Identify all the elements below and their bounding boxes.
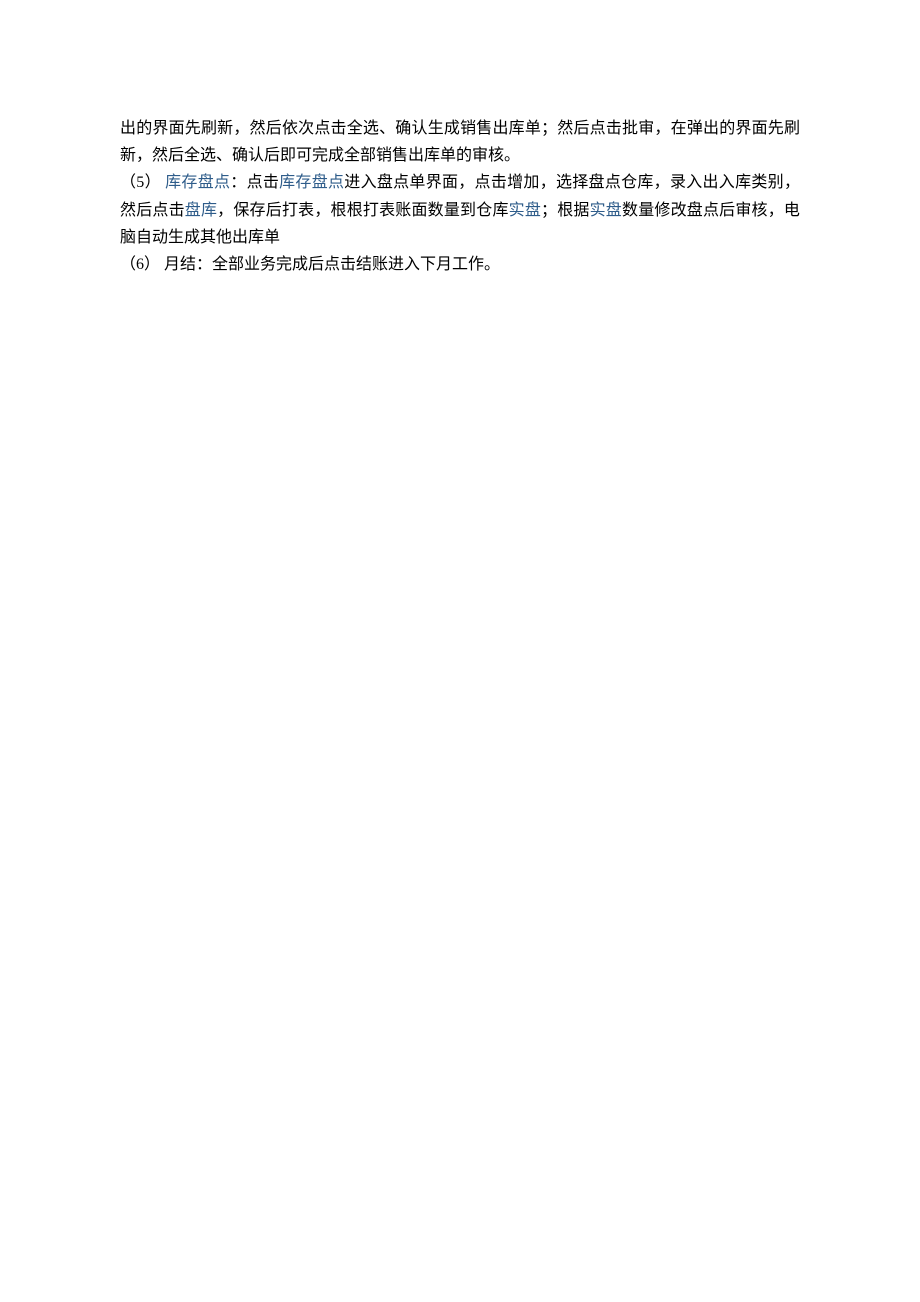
list-marker: （5） — [120, 174, 165, 191]
link-physical-inventory-2[interactable]: 实盘 — [590, 202, 622, 219]
paragraph-continuation: 出的界面先刷新，然后依次点击全选、确认生成销售出库单；然后点击批审，在弹出的界面… — [120, 115, 800, 169]
link-warehouse-check[interactable]: 盘库 — [185, 202, 217, 219]
text-segment: ：点击 — [230, 174, 279, 191]
text-segment: ，保存后打表，根根打表账面数量到仓库 — [217, 202, 508, 219]
document-body: 出的界面先刷新，然后依次点击全选、确认生成销售出库单；然后点击批审，在弹出的界面… — [120, 115, 800, 278]
link-inventory-check-2[interactable]: 库存盘点 — [279, 174, 344, 191]
text-segment: ；根据 — [541, 202, 590, 219]
text-segment: 出的界面先刷新，然后依次点击全选、确认生成销售出库单；然后点击批审，在弹出的界面… — [120, 120, 800, 164]
list-marker: （6） — [120, 256, 164, 273]
link-physical-inventory-1[interactable]: 实盘 — [509, 202, 541, 219]
link-inventory-check-1[interactable]: 库存盘点 — [165, 174, 230, 191]
paragraph-item-5: （5） 库存盘点：点击库存盘点进入盘点单界面，点击增加，选择盘点仓库，录入出入库… — [120, 169, 800, 251]
paragraph-item-6: （6） 月结：全部业务完成后点击结账进入下月工作。 — [120, 251, 800, 278]
text-segment: 月结：全部业务完成后点击结账进入下月工作。 — [164, 256, 500, 273]
